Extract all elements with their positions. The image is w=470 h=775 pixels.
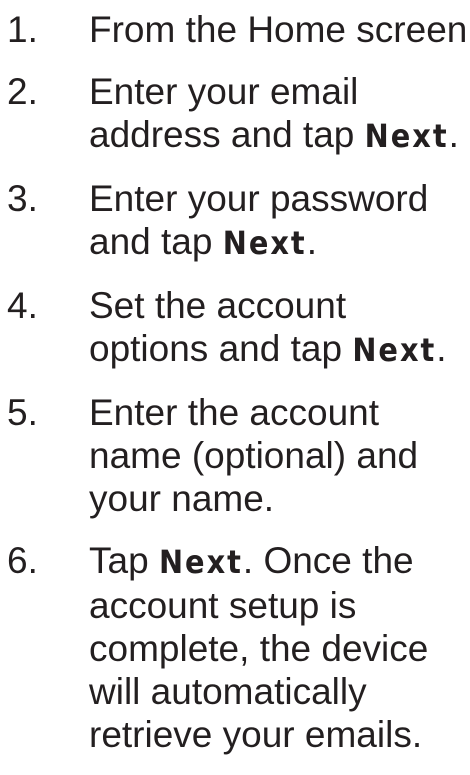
step-number: 5. — [7, 392, 38, 433]
next-keyword: Next — [352, 331, 437, 369]
step-line: will automatically — [89, 671, 367, 712]
step-text: Enter your password and tap Next. — [89, 177, 470, 265]
step-1: 1. From the Home screen — [0, 8, 470, 51]
step-line: Enter your email — [89, 71, 359, 112]
step-line: address and tap Next. — [89, 113, 470, 158]
step-6: 6. Tap Next. Once the account setup is c… — [0, 539, 470, 756]
step-text: Enter the account name (optional) and yo… — [89, 391, 470, 520]
step-line: and tap Next. — [89, 220, 470, 265]
step-number: 6. — [7, 540, 38, 581]
step-line-text: . Once the — [242, 540, 414, 581]
next-keyword: Next — [364, 117, 449, 155]
step-line-text: and tap — [89, 221, 223, 262]
step-line: Set the account — [89, 285, 347, 326]
next-keyword: Next — [158, 543, 243, 581]
step-number: 3. — [7, 178, 38, 219]
instruction-steps-list: 1. From the Home screen 2. Enter your em… — [0, 8, 470, 775]
step-number: 2. — [7, 71, 38, 112]
step-number: 4. — [7, 285, 38, 326]
step-3: 3. Enter your password and tap Next. — [0, 177, 470, 265]
step-line: options and tap Next. — [89, 327, 470, 372]
step-line-punctuation: . — [306, 221, 317, 262]
step-line-text: Tap — [89, 540, 159, 581]
step-text: From the Home screen — [89, 8, 470, 51]
step-line: Tap Next. Once the — [89, 539, 470, 584]
step-4: 4. Set the account options and tap Next. — [0, 284, 470, 372]
step-line: From the Home screen — [89, 9, 468, 50]
step-line: retrieve your emails. — [89, 714, 423, 755]
step-line: your name. — [89, 478, 275, 519]
next-keyword: Next — [222, 224, 307, 262]
step-text: Enter your email address and tap Next. — [89, 70, 470, 158]
step-line: Enter the account — [89, 392, 380, 433]
step-line: account setup is — [89, 585, 357, 626]
step-line: complete, the device — [89, 628, 429, 669]
step-line-punctuation: . — [436, 328, 447, 369]
step-line: Enter your password — [89, 178, 429, 219]
step-text: Set the account options and tap Next. — [89, 284, 470, 372]
step-text: Tap Next. Once the account setup is comp… — [89, 539, 470, 756]
step-line: name (optional) and — [89, 435, 419, 476]
step-line-punctuation: . — [448, 114, 459, 155]
step-2: 2. Enter your email address and tap Next… — [0, 70, 470, 158]
step-5: 5. Enter the account name (optional) and… — [0, 391, 470, 520]
step-line-text: options and tap — [89, 328, 353, 369]
step-line-text: address and tap — [89, 114, 365, 155]
step-number: 1. — [7, 9, 38, 50]
